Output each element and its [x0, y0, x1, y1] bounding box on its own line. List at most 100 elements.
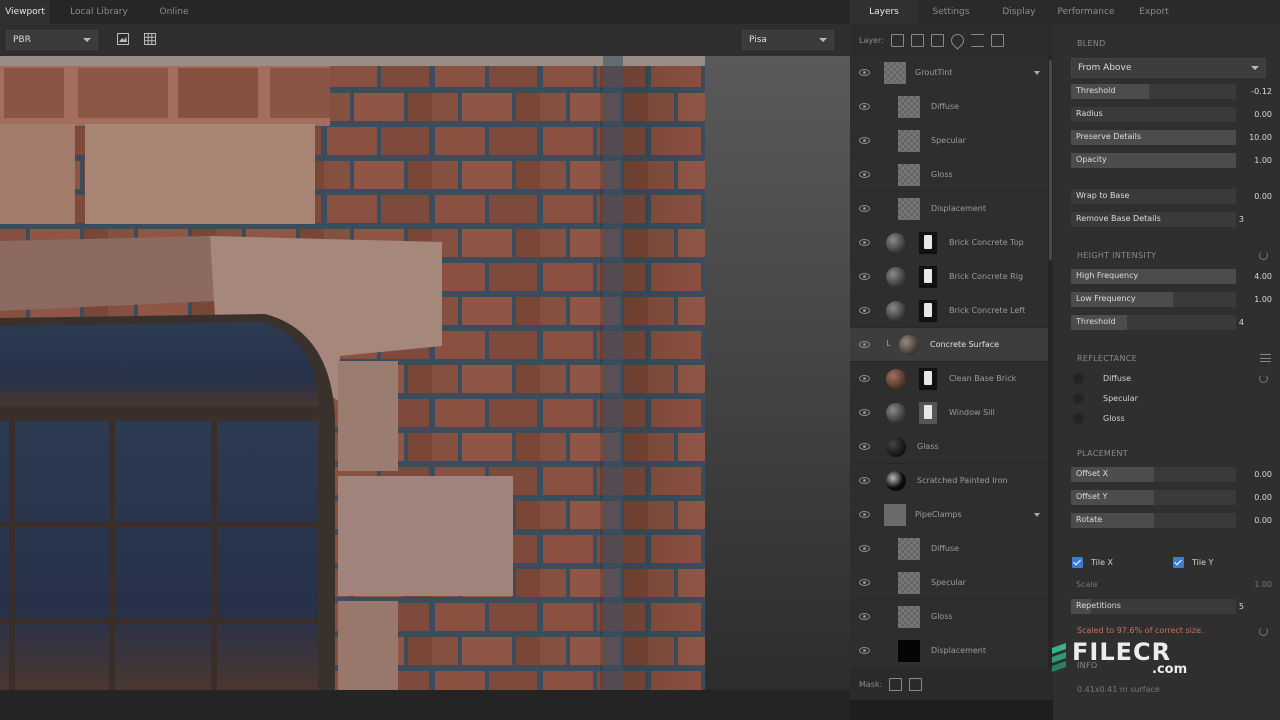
offset-y-value[interactable]: 0.00: [1232, 493, 1272, 502]
layer-clean-base-brick[interactable]: Clean Base Brick: [850, 362, 1048, 396]
reset-icon[interactable]: [1259, 374, 1268, 383]
threshold-slider[interactable]: Threshold: [1071, 84, 1236, 99]
blend-mode-dropdown[interactable]: From Above: [1071, 58, 1266, 78]
chevron-down-icon[interactable]: [1034, 71, 1040, 75]
low-frequency-slider[interactable]: Low Frequency: [1071, 292, 1236, 307]
diffuse-radio[interactable]: [1073, 373, 1084, 384]
image-view-icon[interactable]: [114, 30, 132, 48]
reset-icon[interactable]: [1259, 251, 1268, 260]
tab-settings[interactable]: Settings: [918, 0, 984, 24]
tab-performance[interactable]: Performance: [1054, 0, 1118, 24]
add-paint-layer-icon[interactable]: [948, 30, 967, 50]
layer-window-sill[interactable]: Window Sill: [850, 396, 1048, 430]
rotate-slider[interactable]: Rotate: [1071, 513, 1236, 528]
visibility-eye-icon[interactable]: [859, 307, 870, 314]
scale-value[interactable]: 1.00: [1232, 580, 1272, 589]
layer-grout-tint[interactable]: GroutTint: [850, 56, 1048, 90]
preserve-details-slider[interactable]: Preserve Details: [1071, 130, 1236, 145]
mask-thumbnail[interactable]: [919, 300, 937, 322]
layer-pipe-clamps[interactable]: PipeClamps: [850, 498, 1048, 532]
chevron-down-icon: [83, 38, 91, 42]
offset-x-value[interactable]: 0.00: [1232, 470, 1272, 479]
layer-displacement[interactable]: Displacement: [850, 634, 1048, 668]
add-folder-icon[interactable]: [990, 33, 1004, 47]
tab-viewport[interactable]: Viewport: [0, 0, 50, 24]
low-frequency-value[interactable]: 1.00: [1232, 295, 1272, 304]
visibility-eye-icon[interactable]: [859, 375, 870, 382]
visibility-eye-icon[interactable]: [859, 409, 870, 416]
layer-specular[interactable]: Specular: [850, 566, 1048, 600]
layer-displacement[interactable]: Displacement: [850, 192, 1048, 226]
mask-thumbnail[interactable]: [919, 368, 937, 390]
chevron-down-icon[interactable]: [1034, 513, 1040, 517]
layer-gloss[interactable]: Gloss: [850, 158, 1048, 192]
add-filter-layer-icon[interactable]: [970, 33, 984, 47]
visibility-eye-icon[interactable]: [859, 579, 870, 586]
remove-base-details-value[interactable]: 3: [1204, 215, 1244, 224]
layer-diffuse[interactable]: Diffuse: [850, 90, 1048, 124]
visibility-eye-icon[interactable]: [859, 613, 870, 620]
mask-thumbnail[interactable]: [919, 232, 937, 254]
menu-icon[interactable]: [1260, 354, 1271, 362]
visibility-eye-icon[interactable]: [859, 545, 870, 552]
layer-specular[interactable]: Specular: [850, 124, 1048, 158]
preserve-details-value[interactable]: 10.00: [1232, 133, 1272, 142]
offset-x-slider[interactable]: Offset X: [1071, 467, 1236, 482]
layer-diffuse[interactable]: Diffuse: [850, 532, 1048, 566]
layer-concrete-surface[interactable]: Concrete Surface: [850, 328, 1048, 362]
gloss-radio[interactable]: [1073, 413, 1084, 424]
visibility-eye-icon[interactable]: [859, 443, 870, 450]
layer-scratched-painted-iron[interactable]: Scratched Painted Iron: [850, 464, 1048, 498]
wrap-to-base-slider[interactable]: Wrap to Base: [1071, 189, 1236, 204]
visibility-eye-icon[interactable]: [859, 137, 870, 144]
add-material-layer-icon[interactable]: [890, 33, 904, 47]
tab-local-library[interactable]: Local Library: [50, 0, 148, 24]
scrollbar-thumb[interactable]: [1049, 60, 1052, 260]
specular-radio[interactable]: [1073, 393, 1084, 404]
tile-x-checkbox[interactable]: [1072, 557, 1083, 568]
visibility-eye-icon[interactable]: [859, 341, 870, 348]
visibility-eye-icon[interactable]: [859, 205, 870, 212]
reset-icon[interactable]: [1259, 627, 1268, 636]
layer-brick-concrete-left[interactable]: Brick Concrete Left: [850, 294, 1048, 328]
mask-thumbnail[interactable]: [919, 402, 937, 424]
high-frequency-value[interactable]: 4.00: [1232, 272, 1272, 281]
wrap-to-base-value[interactable]: 0.00: [1232, 192, 1272, 201]
layer-gloss[interactable]: Gloss: [850, 600, 1048, 634]
visibility-eye-icon[interactable]: [859, 171, 870, 178]
opacity-slider[interactable]: Opacity: [1071, 153, 1236, 168]
visibility-eye-icon[interactable]: [859, 69, 870, 76]
layer-brick-concrete-top[interactable]: Brick Concrete Top: [850, 226, 1048, 260]
high-frequency-slider[interactable]: High Frequency: [1071, 269, 1236, 284]
visibility-eye-icon[interactable]: [859, 647, 870, 654]
visibility-eye-icon[interactable]: [859, 477, 870, 484]
visibility-eye-icon[interactable]: [859, 103, 870, 110]
layer-brick-concrete-rig[interactable]: Brick Concrete Rig: [850, 260, 1048, 294]
repetitions-value[interactable]: 5: [1204, 602, 1244, 611]
grid-view-icon[interactable]: [141, 30, 159, 48]
layer-glass[interactable]: Glass: [850, 430, 1048, 464]
add-smart-material-icon[interactable]: [910, 33, 924, 47]
add-mask-icon[interactable]: [889, 677, 903, 691]
render-mode-dropdown[interactable]: PBR: [6, 30, 98, 50]
rotate-value[interactable]: 0.00: [1232, 516, 1272, 525]
height-threshold-value[interactable]: 4: [1204, 318, 1244, 327]
add-fill-layer-icon[interactable]: [930, 33, 944, 47]
add-mask-filter-icon[interactable]: [909, 677, 923, 691]
threshold-value[interactable]: -0.12: [1232, 87, 1272, 96]
offset-y-slider[interactable]: Offset Y: [1071, 490, 1236, 505]
tab-export[interactable]: Export: [1118, 0, 1190, 24]
tab-online[interactable]: Online: [148, 0, 200, 24]
visibility-eye-icon[interactable]: [859, 511, 870, 518]
3d-viewport[interactable]: [0, 56, 850, 690]
mask-thumbnail[interactable]: [919, 266, 937, 288]
visibility-eye-icon[interactable]: [859, 239, 870, 246]
radius-slider[interactable]: Radius: [1071, 107, 1236, 122]
visibility-eye-icon[interactable]: [859, 273, 870, 280]
opacity-value[interactable]: 1.00: [1232, 156, 1272, 165]
tile-y-checkbox[interactable]: [1173, 557, 1184, 568]
tab-display[interactable]: Display: [984, 0, 1054, 24]
environment-dropdown[interactable]: Pisa: [742, 30, 834, 50]
tab-layers[interactable]: Layers: [850, 0, 918, 24]
radius-value[interactable]: 0.00: [1232, 110, 1272, 119]
